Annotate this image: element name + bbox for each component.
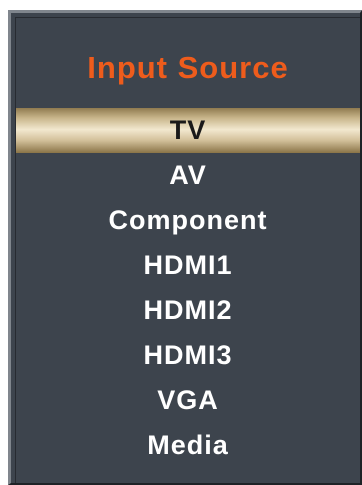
menu-panel: Input Source TV AV Component HDMI1 HDMI2… [15,17,360,483]
menu-title: Input Source [87,50,289,85]
input-option-media[interactable]: Media [16,423,360,468]
input-source-list: TV AV Component HDMI1 HDMI2 HDMI3 VGA Me… [16,108,360,468]
input-option-hdmi2[interactable]: HDMI2 [16,288,360,333]
input-option-av[interactable]: AV [16,153,360,198]
input-option-hdmi3[interactable]: HDMI3 [16,333,360,378]
input-option-vga[interactable]: VGA [16,378,360,423]
input-option-hdmi1[interactable]: HDMI1 [16,243,360,288]
input-source-menu: Input Source TV AV Component HDMI1 HDMI2… [8,10,362,485]
input-option-tv[interactable]: TV [16,108,360,153]
input-option-component[interactable]: Component [16,198,360,243]
